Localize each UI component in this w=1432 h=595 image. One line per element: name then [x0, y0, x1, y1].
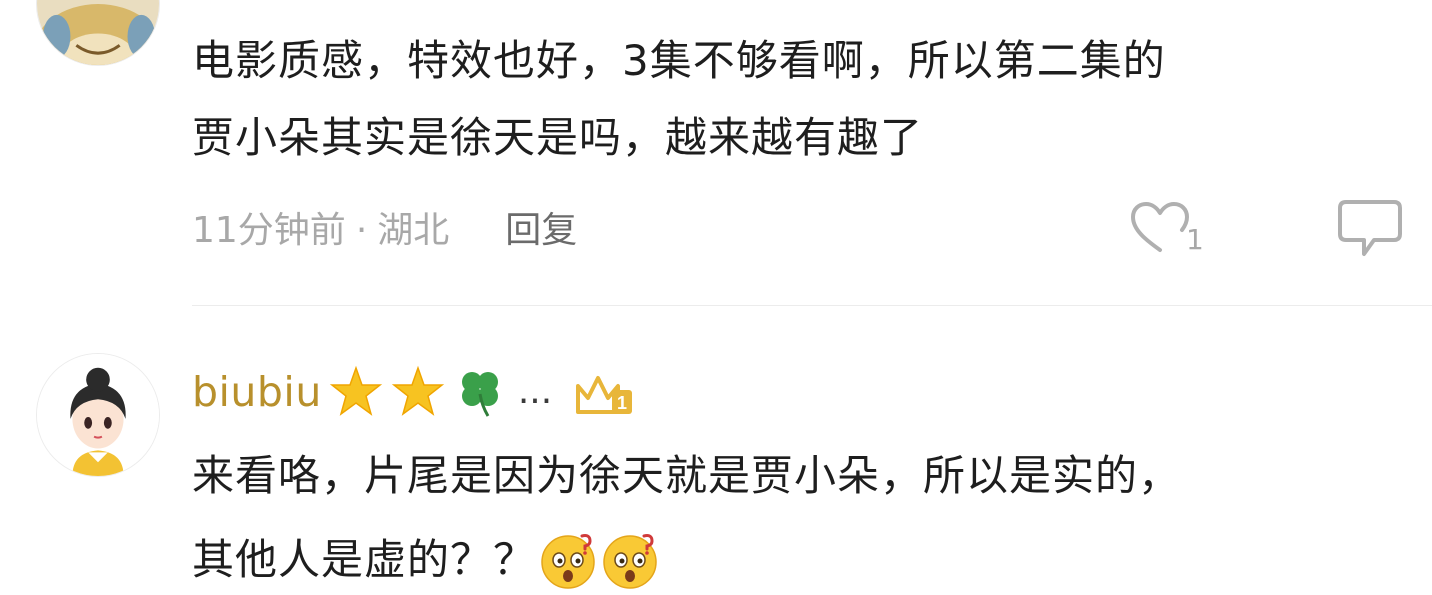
comment-location: 湖北 — [377, 210, 450, 251]
confused-face-emoji — [603, 534, 657, 589]
comment-item: 电影质感，特效也好，3集不够看啊，所以第二集的 贾小朵其实是徐天是吗，越来越有趣… — [0, 0, 1432, 306]
anime-girl-avatar-icon — [37, 354, 159, 476]
comment-divider — [192, 305, 1432, 306]
reply-button[interactable]: 回复 — [505, 213, 577, 249]
speech-bubble-icon — [1338, 200, 1402, 256]
username-row: biubiu ... 1 — [192, 357, 636, 427]
comment-time: 11分钟前 — [192, 210, 346, 251]
four-leaf-clover-emoji — [461, 372, 498, 417]
heart-outline-icon — [1131, 202, 1189, 252]
svg-text:1: 1 — [617, 393, 627, 413]
username-ellipsis: ... — [517, 371, 553, 412]
cartoon-bird-avatar-icon — [37, 0, 159, 65]
comment-text-line: 其他人是虚的？？ — [192, 535, 537, 584]
star-emoji — [391, 365, 444, 416]
star-emoji — [329, 365, 382, 416]
username[interactable]: biubiu — [192, 371, 322, 413]
comment-button[interactable] — [1334, 196, 1406, 260]
like-count: 1 — [1186, 223, 1204, 256]
comment-text-line: 电影质感，特效也好，3集不够看啊，所以第二集的 — [192, 36, 1166, 85]
comment-text-line: 贾小朵其实是徐天是吗，越来越有趣了 — [192, 113, 924, 162]
comment-meta: 11分钟前 · 湖北 回复 — [192, 208, 577, 254]
like-button[interactable]: 1 — [1128, 196, 1208, 260]
meta-separator: · — [355, 210, 368, 251]
comment-item: biubiu ... 1 来看咯，片尾是因为徐天就是贾小朵，所以是实的， 其他人… — [0, 310, 1432, 595]
comment-text-line-with-emoji: 其他人是虚的？？ — [192, 530, 660, 590]
confused-face-emoji — [541, 534, 595, 589]
user-avatar[interactable] — [36, 0, 160, 66]
crown-level-1-badge-icon: 1 — [576, 376, 633, 414]
comment-text-line: 来看咯，片尾是因为徐天就是贾小朵，所以是实的， — [192, 451, 1182, 500]
user-avatar[interactable] — [36, 353, 160, 477]
